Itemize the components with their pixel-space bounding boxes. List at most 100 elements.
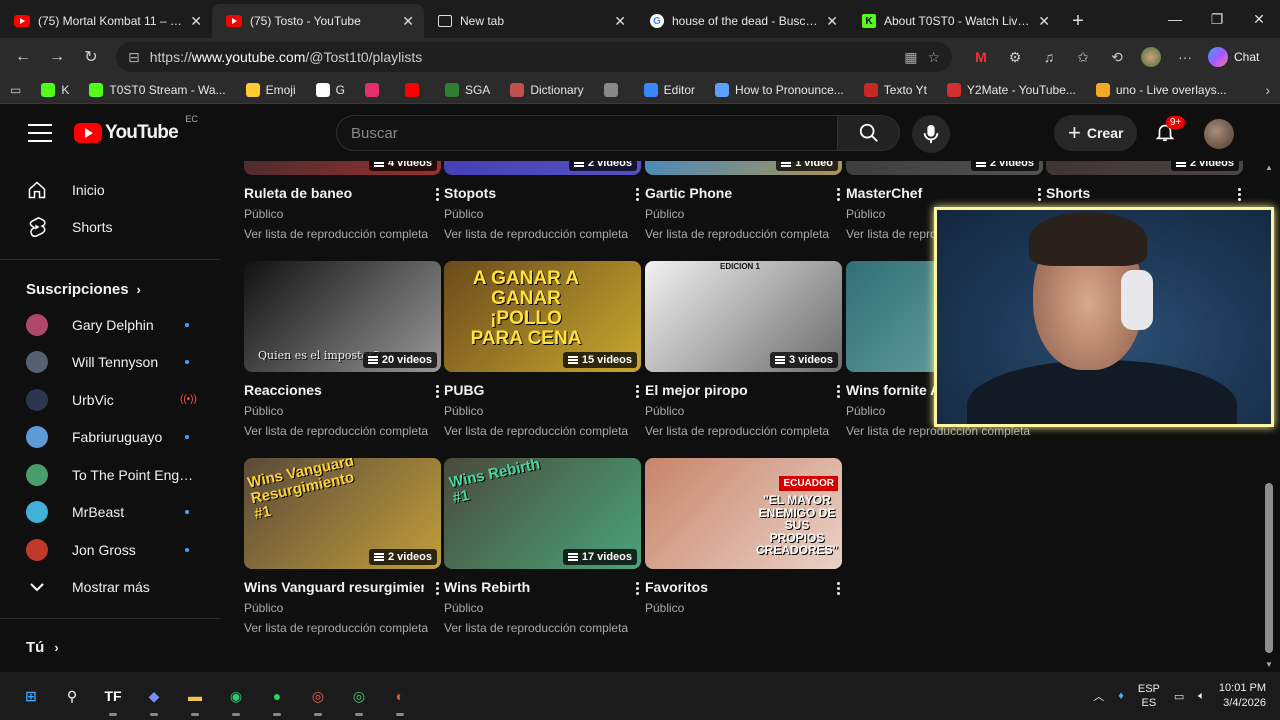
show-more-button[interactable]: Mostrar más (0, 569, 220, 606)
close-tab-icon[interactable]: ✕ (1038, 13, 1050, 30)
back-icon[interactable]: ← (8, 42, 38, 72)
extension-m-icon[interactable]: M (968, 44, 994, 70)
dev-tool-icon[interactable]: ◆ (142, 684, 166, 716)
playlist-thumbnail[interactable]: "EL MAYOR ENEMIGO DE SUS PROPIOS CREADOR… (645, 458, 842, 569)
subscription-item[interactable]: Will Tennyson (0, 344, 220, 382)
url-field[interactable]: ⊟ https://www.youtube.com/@Tost1t0/playl… (116, 42, 952, 72)
tray-overflow-icon[interactable]: ︿ (1093, 688, 1104, 704)
close-tab-icon[interactable]: ✕ (826, 13, 838, 30)
search-button[interactable] (838, 115, 900, 151)
close-window-icon[interactable]: ✕ (1238, 0, 1280, 38)
playlist-thumbnail[interactable]: 4 videos (244, 161, 441, 175)
view-full-playlist-link[interactable]: Ver lista de reproducción completa (244, 621, 441, 635)
site-info-icon[interactable]: ⊟ (128, 49, 140, 66)
more-actions-icon[interactable] (1037, 188, 1041, 201)
search-icon[interactable]: ⚲ (60, 684, 84, 708)
more-menu-icon[interactable]: ··· (1172, 44, 1198, 70)
playlist-title[interactable]: MasterChef (846, 185, 1026, 201)
media-control-icon[interactable]: ♫ (1036, 44, 1062, 70)
more-actions-icon[interactable] (435, 385, 439, 398)
discord-like-icon[interactable]: ◎ (306, 684, 330, 716)
more-actions-icon[interactable] (836, 385, 840, 398)
more-actions-icon[interactable] (635, 188, 639, 201)
playlist-card[interactable]: A GANAR A GANAR ¡POLLO PARA CENA 15 video… (444, 261, 641, 438)
scrollbar-thumb[interactable] (1265, 483, 1273, 653)
playlist-thumbnail[interactable]: 2 videos (846, 161, 1043, 175)
more-actions-icon[interactable] (836, 582, 840, 595)
playlist-thumbnail[interactable]: Wins Vanguard Resurgimiento #1 2 videos (244, 458, 441, 569)
you-section-link[interactable]: Tú › (26, 639, 59, 656)
history-icon[interactable]: ⟲ (1104, 44, 1130, 70)
scroll-up-icon[interactable]: ▲ (1265, 163, 1273, 172)
bookmarks-overflow-icon[interactable]: › (1265, 82, 1270, 98)
view-full-playlist-link[interactable]: Ver lista de reproducción completa (645, 424, 842, 438)
playlist-thumbnail[interactable]: Quien es el impostor? 20 videos (244, 261, 441, 372)
file-explorer-icon[interactable]: ▬ (183, 684, 207, 716)
view-full-playlist-link[interactable]: Ver lista de reproducción completa (444, 227, 641, 241)
browser-tab[interactable]: New tab ✕ (424, 4, 636, 38)
more-actions-icon[interactable] (1237, 188, 1241, 201)
subscription-item[interactable]: To The Point Englis... (0, 456, 220, 494)
account-avatar[interactable] (1204, 119, 1234, 149)
view-full-playlist-link[interactable]: Ver lista de reproducción completa (244, 227, 441, 241)
playlist-title[interactable]: PUBG (444, 382, 624, 398)
playlist-thumbnail[interactable]: EDICION 1 3 videos (645, 261, 842, 372)
favorites-icon[interactable]: ✩ (1070, 44, 1096, 70)
extensions-icon[interactable]: ⚙ (1002, 44, 1028, 70)
bookmark-item[interactable]: T0ST0 Stream - Wa... (89, 82, 226, 97)
view-full-playlist-link[interactable]: Ver lista de reproducción completa (645, 227, 842, 241)
playlist-title[interactable]: El mejor piropo (645, 382, 825, 398)
search-input[interactable]: Buscar (336, 115, 838, 151)
spotify-icon[interactable]: ● (265, 684, 289, 716)
reading-list-icon[interactable]: ▭ (10, 83, 21, 97)
browser-tab[interactable]: K About T0ST0 - Watch Live on Ki ✕ (848, 4, 1060, 38)
view-full-playlist-link[interactable]: Ver lista de reproducción completa (444, 424, 641, 438)
bookmark-item[interactable]: G (315, 82, 345, 97)
view-full-playlist-link[interactable]: Ver lista de reproducción completa (444, 621, 641, 635)
voice-search-button[interactable] (912, 115, 950, 153)
playlist-title[interactable]: Stopots (444, 185, 624, 201)
scroll-down-icon[interactable]: ▼ (1265, 660, 1273, 669)
bookmark-item[interactable] (364, 82, 385, 97)
sidebar-item-home[interactable]: Inicio (0, 171, 220, 208)
youtube-logo[interactable]: YouTube EC (74, 114, 198, 144)
copilot-chat-button[interactable]: Chat (1208, 47, 1259, 67)
subscription-item[interactable]: Jon Gross (0, 531, 220, 569)
playlist-thumbnail[interactable]: 2 videos (444, 161, 641, 175)
more-actions-icon[interactable] (635, 385, 639, 398)
favorite-star-icon[interactable]: ☆ (927, 49, 940, 66)
xbox-like-icon[interactable]: ◎ (347, 684, 371, 716)
playlist-title[interactable]: Wins Rebirth (444, 579, 624, 595)
minimize-icon[interactable]: — (1154, 0, 1196, 38)
subscription-item[interactable]: Fabriuruguayo (0, 419, 220, 457)
more-actions-icon[interactable] (836, 188, 840, 201)
view-full-playlist-link[interactable]: Ver lista de reproducción completa (244, 424, 441, 438)
playlist-thumbnail[interactable]: A GANAR A GANAR ¡POLLO PARA CENA 15 video… (444, 261, 641, 372)
subscription-item[interactable]: UrbVic ((•)) (0, 381, 220, 419)
bookmark-item[interactable]: uno - Live overlays... (1095, 82, 1227, 97)
close-tab-icon[interactable]: ✕ (402, 13, 414, 30)
bookmark-item[interactable] (404, 82, 425, 97)
tf-app-icon[interactable]: TF (101, 684, 125, 716)
more-actions-icon[interactable] (635, 582, 639, 595)
bookmark-item[interactable]: Y2Mate - YouTube... (946, 82, 1076, 97)
close-tab-icon[interactable]: ✕ (614, 13, 626, 30)
playlist-thumbnail[interactable]: 1 video (645, 161, 842, 175)
language-indicator[interactable]: ESP ES (1138, 682, 1160, 711)
new-tab-button[interactable]: + (1060, 4, 1096, 38)
bookmark-item[interactable]: Dictionary (510, 82, 584, 97)
profile-avatar[interactable] (1138, 44, 1164, 70)
reload-icon[interactable]: ↻ (76, 42, 106, 72)
bookmark-item[interactable]: Editor (643, 82, 695, 97)
windows-start-icon[interactable]: ⊞ (19, 684, 43, 708)
playlist-title[interactable]: Reacciones (244, 382, 424, 398)
bookmark-item[interactable]: Texto Yt (863, 82, 927, 97)
more-actions-icon[interactable] (435, 188, 439, 201)
playlist-card[interactable]: 2 videos Stopots Público Ver lista de repro… (444, 161, 641, 241)
restore-icon[interactable]: ❐ (1196, 0, 1238, 38)
apps-grid-icon[interactable]: ▦ (904, 49, 917, 66)
subscription-item[interactable]: Gary Delphin (0, 306, 220, 344)
clock[interactable]: 10:01 PM 3/4/2026 (1219, 681, 1266, 712)
playlist-card[interactable]: Wins Vanguard Resurgimiento #1 2 videos Wi… (244, 458, 441, 635)
playlist-card[interactable]: Wins Rebirth #1 17 videos Wins Rebirth Públ… (444, 458, 641, 635)
